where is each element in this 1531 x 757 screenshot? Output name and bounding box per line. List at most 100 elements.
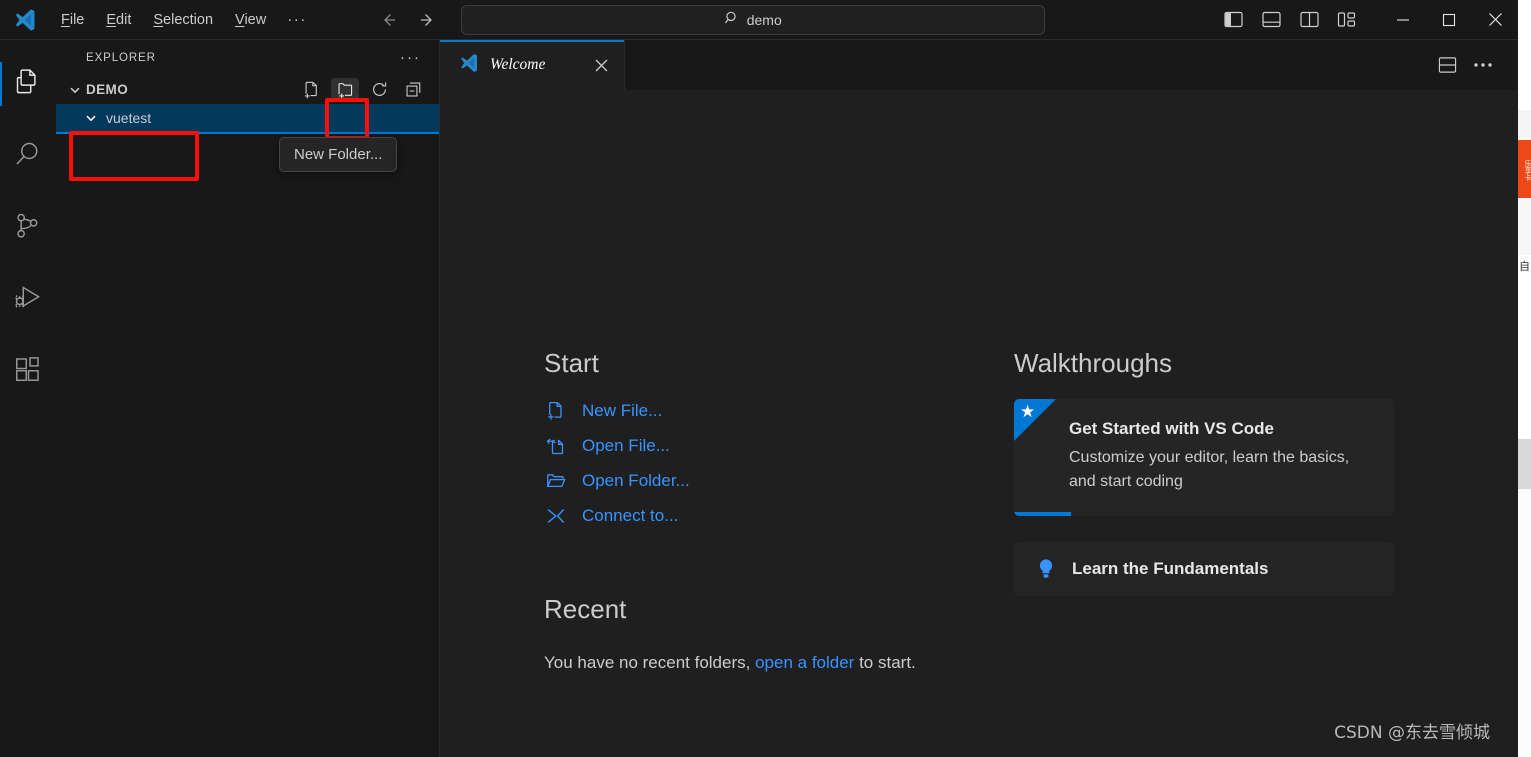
panel-bottom-icon[interactable] (1252, 3, 1290, 37)
tree-item-label: vuetest (106, 110, 152, 126)
open-folder-icon (544, 469, 568, 493)
lightbulb-icon (1036, 558, 1056, 580)
arrow-left-icon[interactable] (377, 9, 399, 31)
recent-empty-text: You have no recent folders, open a folde… (544, 645, 934, 681)
editor-tab-bar: Welcome (440, 40, 1518, 90)
split-editor-down-icon[interactable] (1432, 50, 1462, 80)
walkthroughs-heading: Walkthroughs (1014, 348, 1172, 378)
refresh-icon[interactable] (365, 78, 393, 102)
background-window-strip: 乐享卡 自 (1518, 0, 1531, 757)
open-file-link[interactable]: Open File... (544, 434, 1014, 458)
new-file-button[interactable] (297, 78, 325, 102)
welcome-columns: Start New File... Open File... Open Fold… (544, 348, 1434, 681)
more-actions-icon[interactable] (1468, 50, 1498, 80)
menu-bar: File Edit Selection View ··· (50, 0, 317, 40)
explorer-folder-actions (297, 77, 427, 102)
tab-label: Welcome (490, 56, 546, 73)
bg-segment-4 (1518, 279, 1531, 439)
minimize-button[interactable] (1380, 0, 1426, 40)
new-folder-tooltip: New Folder... (279, 137, 398, 172)
chevron-down-icon (66, 81, 84, 99)
connect-to-link[interactable]: Connect to... (544, 504, 1014, 528)
files-icon (13, 67, 43, 102)
bg-segment-3 (1518, 198, 1531, 255)
open-file-label: Open File... (582, 436, 670, 455)
open-folder-link[interactable]: Open Folder... (544, 469, 1014, 493)
vscode-window: 乐享卡 自 File Edit Selection View ··· demo … (0, 0, 1531, 757)
source-control-icon (13, 211, 43, 246)
sidebar-item-source-control[interactable] (0, 192, 56, 264)
search-icon (13, 139, 43, 174)
recent-section: Recent You have no recent folders, open … (544, 594, 1014, 681)
bg-segment-2 (1518, 110, 1531, 138)
walkthrough-card-get-started[interactable]: ★ Get Started with VS Code Customize you… (1014, 399, 1394, 516)
open-folder-label: Open Folder... (582, 471, 690, 490)
page-title: EXPLORER (86, 51, 156, 64)
chevron-down-icon (82, 109, 100, 127)
welcome-page: Start New File... Open File... Open Fold… (440, 90, 1518, 757)
menu-file[interactable]: File (50, 7, 95, 33)
vscode-logo-icon (458, 52, 480, 79)
welcome-left-column: Start New File... Open File... Open Fold… (544, 348, 1014, 681)
bg-segment-scroll[interactable] (1518, 439, 1531, 489)
search-icon (724, 10, 740, 29)
sidebar-item-extensions[interactable] (0, 336, 56, 408)
extensions-icon (13, 355, 43, 390)
new-file-label: New File... (582, 401, 663, 420)
remote-connect-icon (544, 504, 568, 528)
explorer-header: EXPLORER ··· (56, 40, 439, 75)
sidebar-item-search[interactable] (0, 120, 56, 192)
watermark: CSDN @东去雪倾城 (1334, 723, 1490, 743)
layout-toggle-group (1214, 3, 1366, 37)
recent-text-after: to start. (859, 653, 916, 672)
window-controls (1380, 0, 1518, 40)
menu-view[interactable]: View (224, 7, 277, 33)
navigation-buttons (377, 9, 439, 31)
layout-grid-icon[interactable] (1328, 3, 1366, 37)
close-button[interactable] (1472, 0, 1518, 40)
bg-segment-top (1518, 0, 1531, 110)
walkthrough-card-fundamentals[interactable]: Learn the Fundamentals (1014, 542, 1394, 596)
background-char: 自 (1519, 261, 1530, 273)
sidebar-item-run-debug[interactable] (0, 264, 56, 336)
command-center-value: demo (746, 11, 782, 28)
new-folder-button[interactable] (331, 77, 359, 102)
start-heading: Start (544, 348, 599, 378)
open-file-icon (544, 434, 568, 458)
menu-edit[interactable]: Edit (95, 7, 142, 33)
workspace-folder-name: DEMO (86, 82, 129, 97)
walkthrough-description: Customize your editor, learn the basics,… (1069, 449, 1350, 490)
menu-selection[interactable]: Selection (142, 7, 224, 33)
open-a-folder-link[interactable]: open a folder (755, 653, 854, 672)
vscode-logo-icon (0, 0, 50, 40)
new-file-link[interactable]: New File... (544, 399, 1014, 423)
menu-more-button[interactable]: ··· (277, 11, 317, 29)
arrow-right-icon[interactable] (417, 9, 439, 31)
welcome-right-column: Walkthroughs ★ Get Started with VS Code … (1014, 348, 1434, 681)
explorer-folder-header[interactable]: DEMO (56, 75, 439, 104)
star-icon: ★ (1020, 402, 1036, 421)
maximize-button[interactable] (1426, 0, 1472, 40)
background-orange-button[interactable]: 乐享卡 (1518, 140, 1531, 198)
walkthrough-title: Learn the Fundamentals (1072, 559, 1269, 578)
walkthrough-progress-bar (1014, 512, 1071, 516)
tab-welcome[interactable]: Welcome (440, 40, 625, 90)
collapse-all-icon[interactable] (399, 78, 427, 102)
panel-right-icon[interactable] (1290, 3, 1328, 37)
connect-to-label: Connect to... (582, 506, 679, 525)
list-item[interactable]: vuetest (56, 104, 439, 134)
sidebar-item-explorer[interactable] (0, 48, 56, 120)
bg-segment-bottom (1518, 489, 1531, 757)
recent-text-before: You have no recent folders, (544, 653, 751, 672)
new-file-icon (544, 399, 568, 423)
command-center[interactable]: demo (460, 4, 1045, 35)
run-debug-icon (13, 283, 43, 318)
title-bar: File Edit Selection View ··· demo (0, 0, 1518, 40)
walkthrough-title: Get Started with VS Code (1069, 419, 1274, 438)
editor-area: Welcome Start New File... Open File... O… (440, 40, 1518, 757)
panel-left-icon[interactable] (1214, 3, 1252, 37)
explorer-more-actions-button[interactable]: ··· (400, 50, 421, 65)
close-icon[interactable] (590, 54, 612, 76)
start-links: New File... Open File... Open Folder... … (544, 399, 1014, 528)
editor-actions (1432, 40, 1518, 90)
